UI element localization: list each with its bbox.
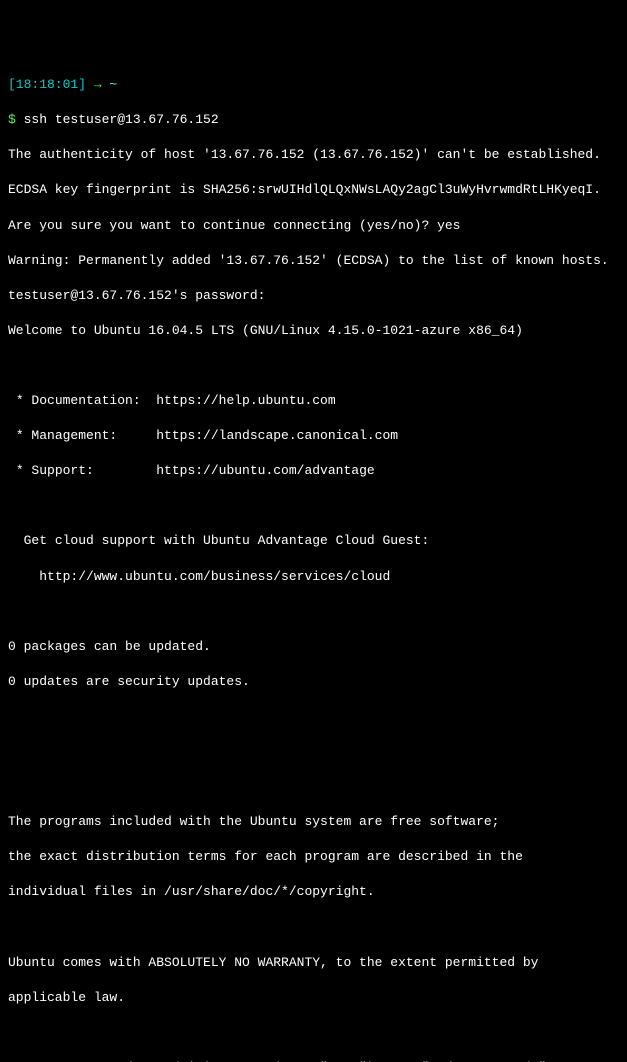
support-link: * Support: https://ubuntu.com/advantage bbox=[8, 462, 619, 480]
sudo-hint-1: To run a command as administrator (user … bbox=[8, 1059, 619, 1062]
blank-line bbox=[8, 603, 619, 621]
password-prompt: testuser@13.67.76.152's password: bbox=[8, 287, 619, 305]
legal-1: The programs included with the Ubuntu sy… bbox=[8, 813, 619, 831]
blank-line bbox=[8, 497, 619, 515]
blank-line bbox=[8, 918, 619, 936]
cwd-tilde: ~ bbox=[109, 77, 117, 92]
warranty-1: Ubuntu comes with ABSOLUTELY NO WARRANTY… bbox=[8, 954, 619, 972]
doc-link: * Documentation: https://help.ubuntu.com bbox=[8, 392, 619, 410]
permanently-added: Warning: Permanently added '13.67.76.152… bbox=[8, 252, 619, 270]
warranty-2: applicable law. bbox=[8, 989, 619, 1007]
timestamp: [18:18:01] bbox=[8, 77, 86, 92]
dollar-sign: $ bbox=[8, 112, 24, 127]
legal-2: the exact distribution terms for each pr… bbox=[8, 848, 619, 866]
ssh-command: ssh testuser@13.67.76.152 bbox=[24, 112, 219, 127]
welcome-line: Welcome to Ubuntu 16.04.5 LTS (GNU/Linux… bbox=[8, 322, 619, 340]
legal-3: individual files in /usr/share/doc/*/cop… bbox=[8, 883, 619, 901]
packages-update: 0 packages can be updated. bbox=[8, 638, 619, 656]
management-link: * Management: https://landscape.canonica… bbox=[8, 427, 619, 445]
ssh-command-line: $ ssh testuser@13.67.76.152 bbox=[8, 111, 619, 129]
blank-line bbox=[8, 357, 619, 375]
blank-line bbox=[8, 708, 619, 726]
arrow-icon: → bbox=[86, 77, 109, 92]
prompt-top: [18:18:01] → ~ bbox=[8, 76, 619, 94]
continue-prompt: Are you sure you want to continue connec… bbox=[8, 217, 619, 235]
authenticity-warning: The authenticity of host '13.67.76.152 (… bbox=[8, 146, 619, 164]
fingerprint-line: ECDSA key fingerprint is SHA256:srwUIHdl… bbox=[8, 181, 619, 199]
cloud-support-1: Get cloud support with Ubuntu Advantage … bbox=[8, 532, 619, 550]
blank-line bbox=[8, 743, 619, 761]
security-updates: 0 updates are security updates. bbox=[8, 673, 619, 691]
cloud-support-2: http://www.ubuntu.com/business/services/… bbox=[8, 568, 619, 586]
blank-line bbox=[8, 778, 619, 796]
blank-line bbox=[8, 1024, 619, 1042]
